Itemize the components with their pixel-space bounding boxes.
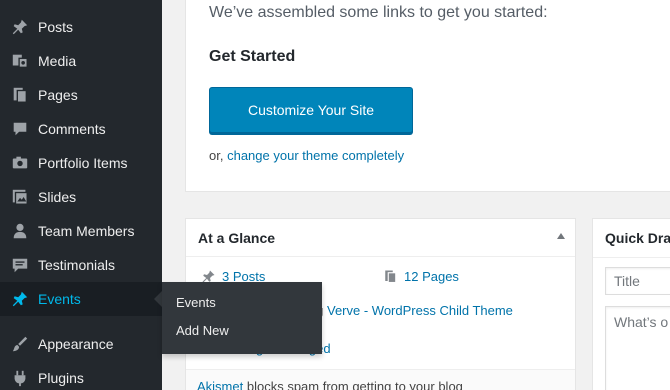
- pages-count: 12 Pages: [404, 268, 459, 284]
- welcome-panel: We’ve assembled some links to get you st…: [185, 0, 670, 192]
- sidebar-item-slides[interactable]: Slides: [0, 180, 162, 214]
- sidebar-item-testimonials[interactable]: Testimonials: [0, 248, 162, 282]
- comment-icon: [10, 119, 30, 139]
- submenu-item-add-new[interactable]: Add New: [176, 323, 229, 338]
- pages-icon: [10, 85, 30, 105]
- sidebar-item-events[interactable]: Events: [0, 282, 162, 316]
- change-theme-line: or, change your theme completely: [209, 148, 404, 163]
- pin-icon: [10, 17, 30, 37]
- images-icon: [10, 187, 30, 207]
- submenu-item-events[interactable]: Events: [176, 295, 216, 310]
- quick-draft-widget: Quick Dra Title What’s o: [592, 218, 670, 390]
- content-placeholder: What’s o: [614, 314, 669, 330]
- sidebar-item-label: Appearance: [38, 336, 114, 352]
- pages-count-link[interactable]: 12 Pages: [382, 268, 459, 284]
- brush-icon: [10, 334, 30, 354]
- theme-link[interactable]: Verve - WordPress Child Theme: [327, 303, 513, 318]
- plugin-icon: [10, 368, 30, 388]
- admin-sidebar: Posts Media Pages Comments Portfolio Ite…: [0, 0, 162, 390]
- media-icon: [10, 51, 30, 71]
- or-prefix: or,: [209, 148, 224, 163]
- welcome-intro: We’ve assembled some links to get you st…: [209, 4, 548, 21]
- sidebar-item-team-members[interactable]: Team Members: [0, 214, 162, 248]
- pages-icon: [382, 268, 398, 284]
- sidebar-item-label: Portfolio Items: [38, 155, 128, 171]
- change-theme-link[interactable]: change your theme completely: [227, 148, 404, 163]
- widget-header: At a Glance: [186, 219, 575, 257]
- sidebar-item-pages[interactable]: Pages: [0, 78, 162, 112]
- widget-title: At a Glance: [198, 230, 276, 246]
- akismet-line: Akismet blocks spam from getting to your…: [197, 379, 463, 390]
- sidebar-item-label: Pages: [38, 87, 78, 103]
- events-submenu: Events Add New: [162, 282, 322, 354]
- sidebar-item-posts[interactable]: Posts: [0, 10, 162, 44]
- sidebar-item-label: Team Members: [38, 223, 135, 239]
- flyout-pointer: [154, 291, 162, 307]
- user-icon: [10, 221, 30, 241]
- draft-title-input[interactable]: Title: [605, 267, 670, 295]
- sidebar-item-label: Posts: [38, 19, 74, 35]
- theme-line: ing Verve - WordPress Child Theme: [306, 303, 513, 318]
- akismet-link[interactable]: Akismet: [197, 379, 243, 390]
- sidebar-item-label: Slides: [38, 189, 77, 205]
- testimonial-icon: [10, 255, 30, 275]
- sidebar-item-label: Media: [38, 53, 77, 69]
- sidebar-item-label: Comments: [38, 121, 106, 137]
- widget-title: Quick Dra: [605, 230, 670, 246]
- collapse-toggle-icon[interactable]: [557, 233, 565, 239]
- akismet-text: blocks spam from getting to your blog: [246, 379, 463, 390]
- sidebar-item-label: Plugins: [38, 370, 84, 386]
- customize-site-button[interactable]: Customize Your Site: [209, 87, 413, 133]
- sidebar-item-media[interactable]: Media: [0, 44, 162, 78]
- sidebar-item-plugins[interactable]: Plugins: [0, 361, 162, 390]
- divider: [593, 257, 670, 258]
- sidebar-item-comments[interactable]: Comments: [0, 112, 162, 146]
- title-placeholder: Title: [614, 273, 640, 289]
- camera-icon: [10, 153, 30, 173]
- sidebar-item-label: Testimonials: [38, 257, 116, 273]
- sidebar-item-appearance[interactable]: Appearance: [0, 327, 162, 361]
- draft-content-textarea[interactable]: What’s o: [605, 306, 670, 390]
- get-started-heading: Get Started: [209, 48, 296, 65]
- sidebar-item-label: Events: [38, 291, 81, 307]
- akismet-footer: Akismet blocks spam from getting to your…: [186, 369, 575, 390]
- sidebar-item-portfolio-items[interactable]: Portfolio Items: [0, 146, 162, 180]
- pin-icon: [10, 289, 30, 309]
